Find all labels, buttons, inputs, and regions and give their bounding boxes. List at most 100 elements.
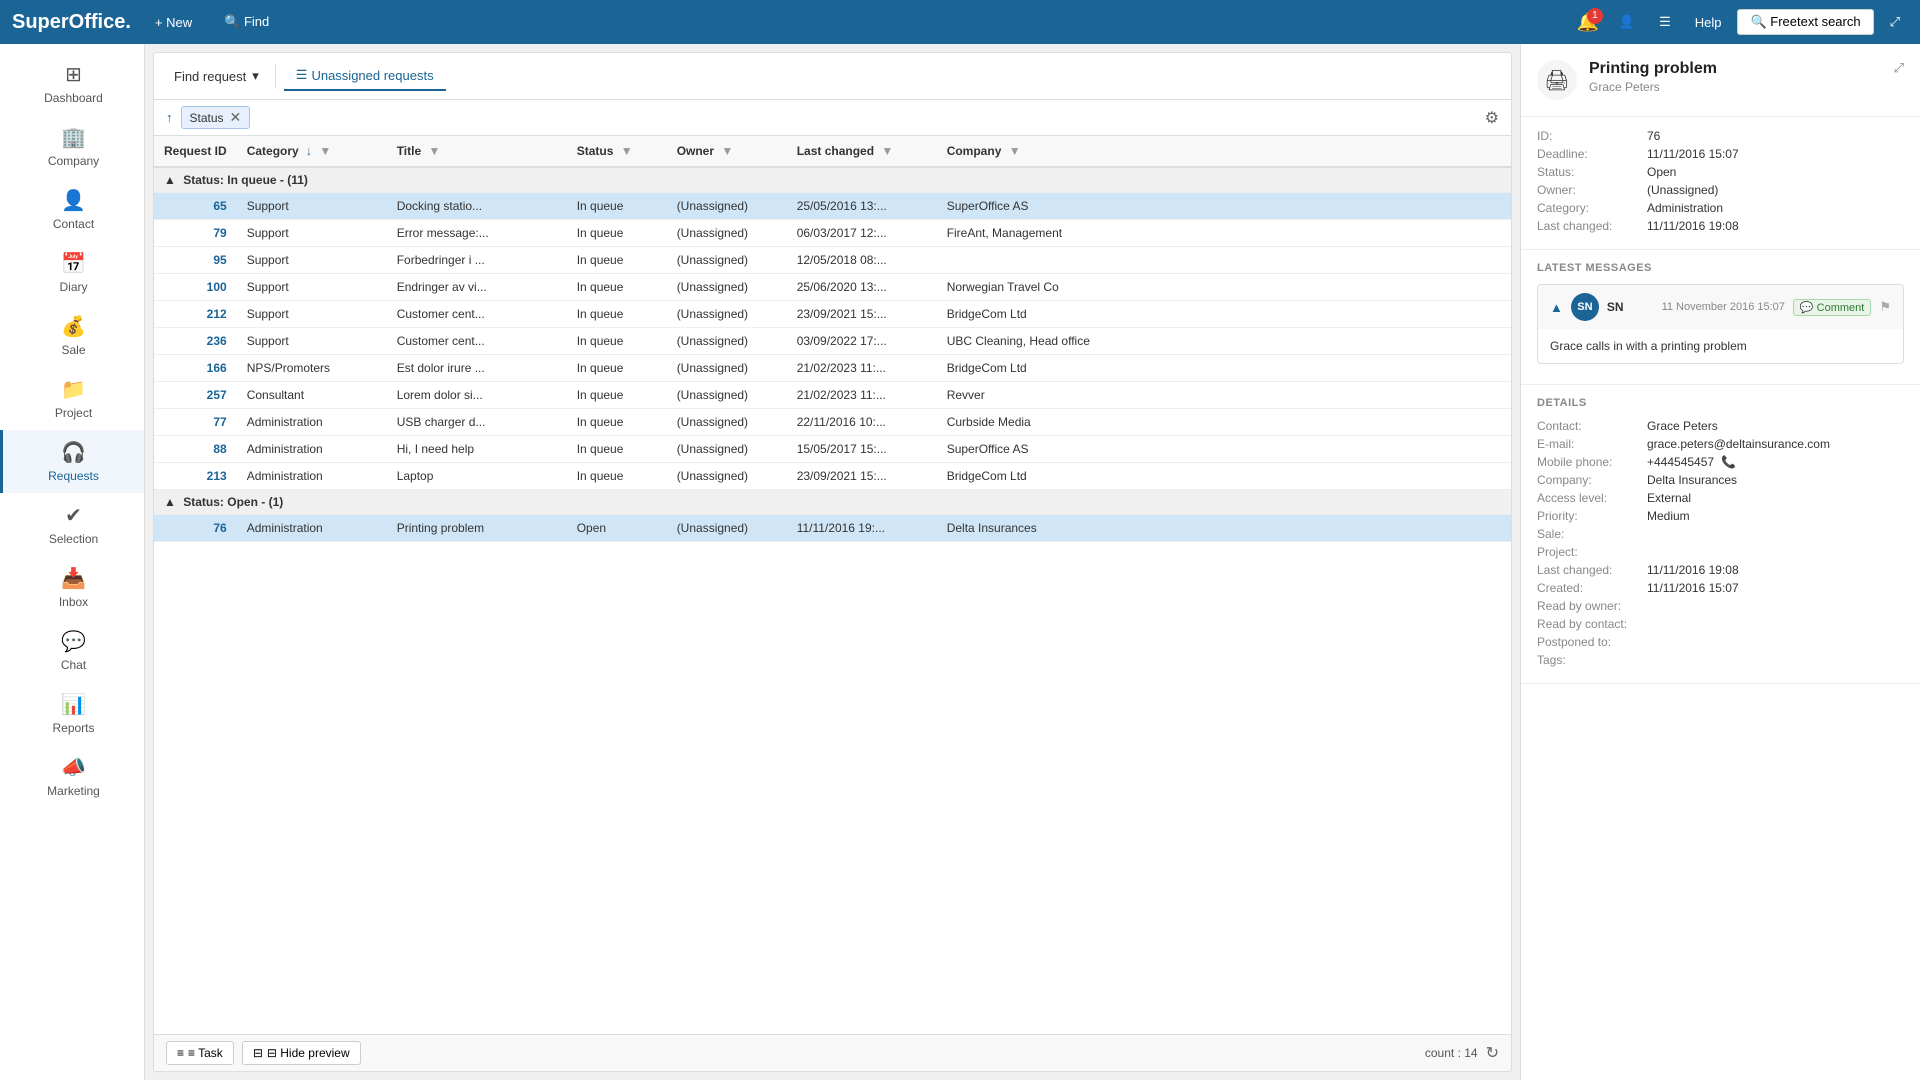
sidebar-item-marketing[interactable]: 📣 Marketing [0,745,144,808]
cell-last-changed: 23/09/2021 15:... [787,463,937,490]
refresh-button[interactable]: ↻ [1486,1043,1499,1063]
view-tab-unassigned[interactable]: ☰ Unassigned requests [284,61,446,91]
cell-status: In queue [567,382,667,409]
freetext-search-button[interactable]: 🔍 Freetext search [1737,9,1873,35]
title-filter-icon[interactable]: ▼ [428,144,440,158]
col-last-changed[interactable]: Last changed ▼ [787,136,937,167]
detail-project-value [1647,545,1904,559]
main: Find request ▾ ☰ Unassigned requests ↑ S… [145,44,1520,1080]
cell-status: In queue [567,436,667,463]
help-button[interactable]: Help [1687,11,1730,34]
col-company[interactable]: Company ▼ [937,136,1511,167]
filter-settings-icon[interactable]: ⚙ [1485,108,1499,128]
group-open-collapse-icon[interactable]: ▲ [164,495,176,509]
table-row[interactable]: 88 Administration Hi, I need help In que… [154,436,1511,463]
sidebar-item-company[interactable]: 🏢 Company [0,115,144,178]
category-sort-icon: ↓ [306,144,312,158]
detail-sale-value [1647,527,1904,541]
table-row[interactable]: 95 Support Forbedringer i ... In queue (… [154,247,1511,274]
table-row[interactable]: 76 Administration Printing problem Open … [154,515,1511,542]
status-filter-icon[interactable]: ▼ [621,144,633,158]
cell-status: Open [567,515,667,542]
detail-contact: Contact: Grace Peters [1537,419,1904,433]
sidebar-item-inbox[interactable]: 📥 Inbox [0,556,144,619]
detail-owner: Owner: (Unassigned) [1537,183,1904,197]
cell-title: Laptop [387,463,567,490]
expand-button[interactable]: ⤢ [1882,10,1908,34]
sidebar: ⊞ Dashboard 🏢 Company 👤 Contact 📅 Diary … [0,44,145,1080]
find-request-dropdown-icon: ▾ [252,68,259,84]
filter-tag-label: Status [190,111,224,125]
cell-owner: (Unassigned) [667,355,787,382]
cell-id: 166 [154,355,237,382]
sidebar-item-reports[interactable]: 📊 Reports [0,682,144,745]
cell-status: In queue [567,274,667,301]
preview-basic-details: ID: 76 Deadline: 11/11/2016 15:07 Status… [1521,117,1920,250]
group-collapse-icon[interactable]: ▲ [164,173,176,187]
sidebar-item-diary[interactable]: 📅 Diary [0,241,144,304]
detail-read-owner-value [1647,599,1904,613]
table-row[interactable]: 236 Support Customer cent... In queue (U… [154,328,1511,355]
table-row[interactable]: 77 Administration USB charger d... In qu… [154,409,1511,436]
flag-icon[interactable]: ⚑ [1879,299,1891,315]
sidebar-item-project[interactable]: 📁 Project [0,367,144,430]
cell-category: Support [237,193,387,220]
table-row[interactable]: 212 Support Customer cent... In queue (U… [154,301,1511,328]
category-filter-icon[interactable]: ▼ [319,144,331,158]
cell-id: 212 [154,301,237,328]
col-request-id[interactable]: Request ID [154,136,237,167]
cell-last-changed: 22/11/2016 10:... [787,409,937,436]
status-filter-tag[interactable]: Status ✕ [181,106,251,129]
user-avatar[interactable]: 👤 [1611,10,1643,34]
cell-status: In queue [567,328,667,355]
company-filter-icon[interactable]: ▼ [1009,144,1021,158]
cell-status: In queue [567,355,667,382]
topnav-right: 🔔 1 👤 ☰ Help 🔍 Freetext search ⤢ [1572,8,1908,37]
sidebar-label-selection: Selection [49,532,98,546]
table-row[interactable]: 100 Support Endringer av vi... In queue … [154,274,1511,301]
notifications-button[interactable]: 🔔 1 [1572,8,1602,37]
view-icon: ☰ [296,67,308,83]
table-row[interactable]: 79 Support Error message:... In queue (U… [154,220,1511,247]
menu-button[interactable]: ☰ [1651,10,1679,34]
task-button[interactable]: ≡ ≡ Task [166,1041,234,1065]
cell-company: FireAnt, Management [937,220,1511,247]
preview-panel: 🖨 Printing problem Grace Peters ⤢ ID: 76… [1520,44,1920,1080]
expand-icon[interactable]: ⤢ [1894,60,1904,76]
cell-category: NPS/Promoters [237,355,387,382]
detail-category: Category: Administration [1537,201,1904,215]
cell-id: 95 [154,247,237,274]
table-header-row: Request ID Category ↓ ▼ Title ▼ [154,136,1511,167]
find-button[interactable]: 🔍 Find [216,10,277,34]
col-owner[interactable]: Owner ▼ [667,136,787,167]
cell-category: Support [237,301,387,328]
cell-id: 79 [154,220,237,247]
detail-status-value: Open [1647,165,1904,179]
sidebar-item-contact[interactable]: 👤 Contact [0,178,144,241]
sidebar-item-sale[interactable]: 💰 Sale [0,304,144,367]
filter-tag-remove[interactable]: ✕ [230,109,242,126]
detail-read-by-owner: Read by owner: [1537,599,1904,613]
col-status[interactable]: Status ▼ [567,136,667,167]
collapse-message-icon[interactable]: ▲ [1550,300,1563,315]
col-category[interactable]: Category ↓ ▼ [237,136,387,167]
cell-title: Hi, I need help [387,436,567,463]
detail-tags: Tags: [1537,653,1904,667]
find-request-button[interactable]: Find request ▾ [166,64,267,88]
new-button[interactable]: + New [147,11,200,34]
table-row[interactable]: 213 Administration Laptop In queue (Unas… [154,463,1511,490]
table-row[interactable]: 166 NPS/Promoters Est dolor irure ... In… [154,355,1511,382]
sidebar-item-selection[interactable]: ✔ Selection [0,493,144,556]
hide-preview-button[interactable]: ⊟ ⊟ Hide preview [242,1041,361,1065]
sidebar-item-chat[interactable]: 💬 Chat [0,619,144,682]
sidebar-item-dashboard[interactable]: ⊞ Dashboard [0,52,144,115]
table-row[interactable]: 65 Support Docking statio... In queue (U… [154,193,1511,220]
owner-filter-icon[interactable]: ▼ [721,144,733,158]
sidebar-item-requests[interactable]: 🎧 Requests [0,430,144,493]
cell-category: Administration [237,436,387,463]
col-title[interactable]: Title ▼ [387,136,567,167]
group-label-open: Status: Open - (1) [183,495,283,509]
last-changed-filter-icon[interactable]: ▼ [881,144,893,158]
table-row[interactable]: 257 Consultant Lorem dolor si... In queu… [154,382,1511,409]
preview-header: 🖨 Printing problem Grace Peters ⤢ [1521,44,1920,117]
